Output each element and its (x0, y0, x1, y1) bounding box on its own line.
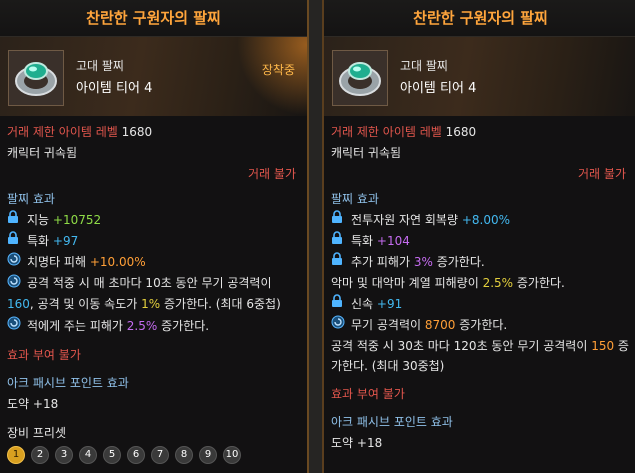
preset-button-2[interactable]: 2 (31, 445, 49, 464)
effect-value: 8700 (424, 318, 456, 332)
ark-header: 아크 패시브 포인트 효과 (331, 415, 453, 429)
ark-value: 도약 +18 (331, 436, 383, 450)
stat-label: 전투자원 자연 회복량 (351, 213, 458, 227)
tooltip-compare: 찬란한 구원자의 팔찌 고대 팔찌 아이템 티어 4 거래 제한 아이템 레벨 … (322, 0, 635, 473)
tooltip-equipped: 찬란한 구원자의 팔찌 고대 팔찌 아이템 티어 4 장착중 거래 제한 아이템… (0, 0, 309, 473)
trade-limit-line: 거래 제한 아이템 레벨 1680 (331, 122, 630, 143)
stat-label: 지능 (27, 213, 50, 227)
preset-header: 장비 프리셋 (7, 425, 67, 440)
untradable-text: 거래 불가 (248, 167, 296, 181)
bracelet-icon (332, 50, 388, 106)
crit-value: +10.00% (89, 255, 146, 269)
preset-button-9[interactable]: 9 (199, 445, 217, 464)
item-title: 찬란한 구원자의 팔찌 (0, 0, 307, 37)
stat-value: +91 (376, 297, 403, 311)
swirl-icon (7, 274, 21, 294)
effect-text: 증가한다. (455, 318, 508, 332)
effect-text: 무기 공격력이 (351, 318, 425, 332)
stat-label: 신속 (351, 297, 374, 311)
lock-icon (331, 210, 345, 231)
stat-value: +10752 (52, 213, 102, 227)
effect-value: 150 (591, 339, 615, 353)
ark-header: 아크 패시브 포인트 효과 (7, 375, 129, 390)
stat-row: 지능 +10752 (7, 210, 300, 231)
stat-label: 특화 (27, 234, 50, 248)
lock-icon (331, 294, 345, 315)
bound-text: 캐릭터 귀속됨 (7, 146, 78, 160)
trade-limit-label: 거래 제한 아이템 레벨 (7, 125, 118, 139)
effect-text: 증가한다. (432, 255, 485, 269)
untradable-text: 거래 불가 (578, 167, 626, 181)
crit-label: 치명타 피해 (27, 255, 87, 269)
no-grant-text: 효과 부여 불가 (331, 387, 405, 401)
stat-row: 특화 +104 (331, 231, 630, 252)
effect-row: 공격 적중 시 30초 마다 120초 동안 무기 공격력이 150 증가한다.… (331, 336, 630, 376)
preset-button-6[interactable]: 6 (127, 445, 145, 464)
effect-1-text: 공격 적중 시 매 초마다 10초 동안 무기 공격력이 (27, 276, 272, 290)
effect-1-speed: 1% (141, 296, 161, 311)
trade-limit-value: 1680 (445, 125, 477, 139)
stat-value: +97 (52, 234, 79, 248)
effect-1-text: , 공격 및 이동 속도가 (29, 296, 142, 311)
effect-header: 팔찌 효과 (7, 192, 55, 206)
item-grade: 고대 팔찌 (400, 59, 448, 73)
effect-2-text: 증가한다. (157, 318, 210, 333)
effect-2-value: 2.5% (126, 318, 158, 333)
effect-text: 추가 피해가 (351, 255, 414, 269)
stat-value: +8.00% (461, 213, 511, 227)
preset-button-10[interactable]: 10 (223, 445, 241, 464)
lock-icon (331, 231, 345, 252)
item-tier: 아이템 티어 4 (400, 81, 477, 96)
stat-row: 전투자원 자연 회복량 +8.00% (331, 210, 630, 231)
trade-limit-value: 1680 (121, 125, 153, 139)
item-title: 찬란한 구원자의 팔찌 (324, 0, 635, 37)
effect-text: 증가한다. (513, 276, 565, 290)
crit-row: 치명타 피해 +10.00% (7, 252, 300, 273)
stat-row: 특화 +97 (7, 231, 300, 252)
effect-text: 공격 적중 시 30초 마다 120초 동안 무기 공격력이 (331, 339, 592, 353)
stat-label: 특화 (351, 234, 374, 248)
effect-row: 추가 피해가 3% 증가한다. (331, 252, 630, 273)
panel-divider (309, 0, 322, 473)
lock-icon (331, 252, 345, 273)
effect-row: 악마 및 대악마 계열 피해량이 2.5% 증가한다. (331, 273, 630, 294)
effect-1: 공격 적중 시 매 초마다 10초 동안 무기 공격력이 160, 공격 및 이… (7, 273, 300, 314)
item-tier: 아이템 티어 4 (76, 81, 153, 96)
bound-text: 캐릭터 귀속됨 (331, 146, 402, 160)
effect-value: 2.5% (482, 276, 514, 290)
preset-button-5[interactable]: 5 (103, 445, 121, 464)
item-header: 고대 팔찌 아이템 티어 4 (324, 37, 635, 116)
effect-1-text: 증가한다. (최대 6중첩) (160, 296, 281, 311)
preset-button-1[interactable]: 1 (7, 445, 25, 464)
equipped-badge: 장착중 (261, 63, 295, 77)
no-grant-text: 효과 부여 불가 (7, 347, 81, 362)
ark-value: 도약 +18 (7, 396, 59, 411)
preset-button-3[interactable]: 3 (55, 445, 73, 464)
bracelet-icon (8, 50, 64, 106)
stat-value: +104 (376, 234, 410, 248)
effect-text: 악마 및 대악마 계열 피해량이 (331, 276, 483, 290)
effect-1-value: 160 (7, 296, 30, 311)
trade-limit-line: 거래 제한 아이템 레벨 1680 (7, 122, 300, 143)
effect-2-text: 적에게 주는 피해가 (27, 318, 127, 333)
trade-limit-label: 거래 제한 아이템 레벨 (331, 125, 442, 139)
swirl-icon (331, 315, 345, 336)
effect-row: 무기 공격력이 8700 증가한다. (331, 315, 630, 336)
preset-list: 1 2 3 4 5 6 7 8 9 10 (7, 445, 300, 464)
item-header: 고대 팔찌 아이템 티어 4 장착중 (0, 37, 307, 116)
preset-button-8[interactable]: 8 (175, 445, 193, 464)
lock-icon (7, 231, 21, 252)
effect-value: 3% (413, 255, 433, 269)
effect-header: 팔찌 효과 (331, 192, 379, 206)
preset-button-4[interactable]: 4 (79, 445, 97, 464)
preset-button-7[interactable]: 7 (151, 445, 169, 464)
item-grade: 고대 팔찌 (76, 59, 124, 73)
lock-icon (7, 210, 21, 231)
swirl-icon (7, 316, 21, 337)
effect-2: 적에게 주는 피해가 2.5% 증가한다. (7, 316, 300, 337)
stat-row: 신속 +91 (331, 294, 630, 315)
swirl-icon (7, 252, 21, 273)
